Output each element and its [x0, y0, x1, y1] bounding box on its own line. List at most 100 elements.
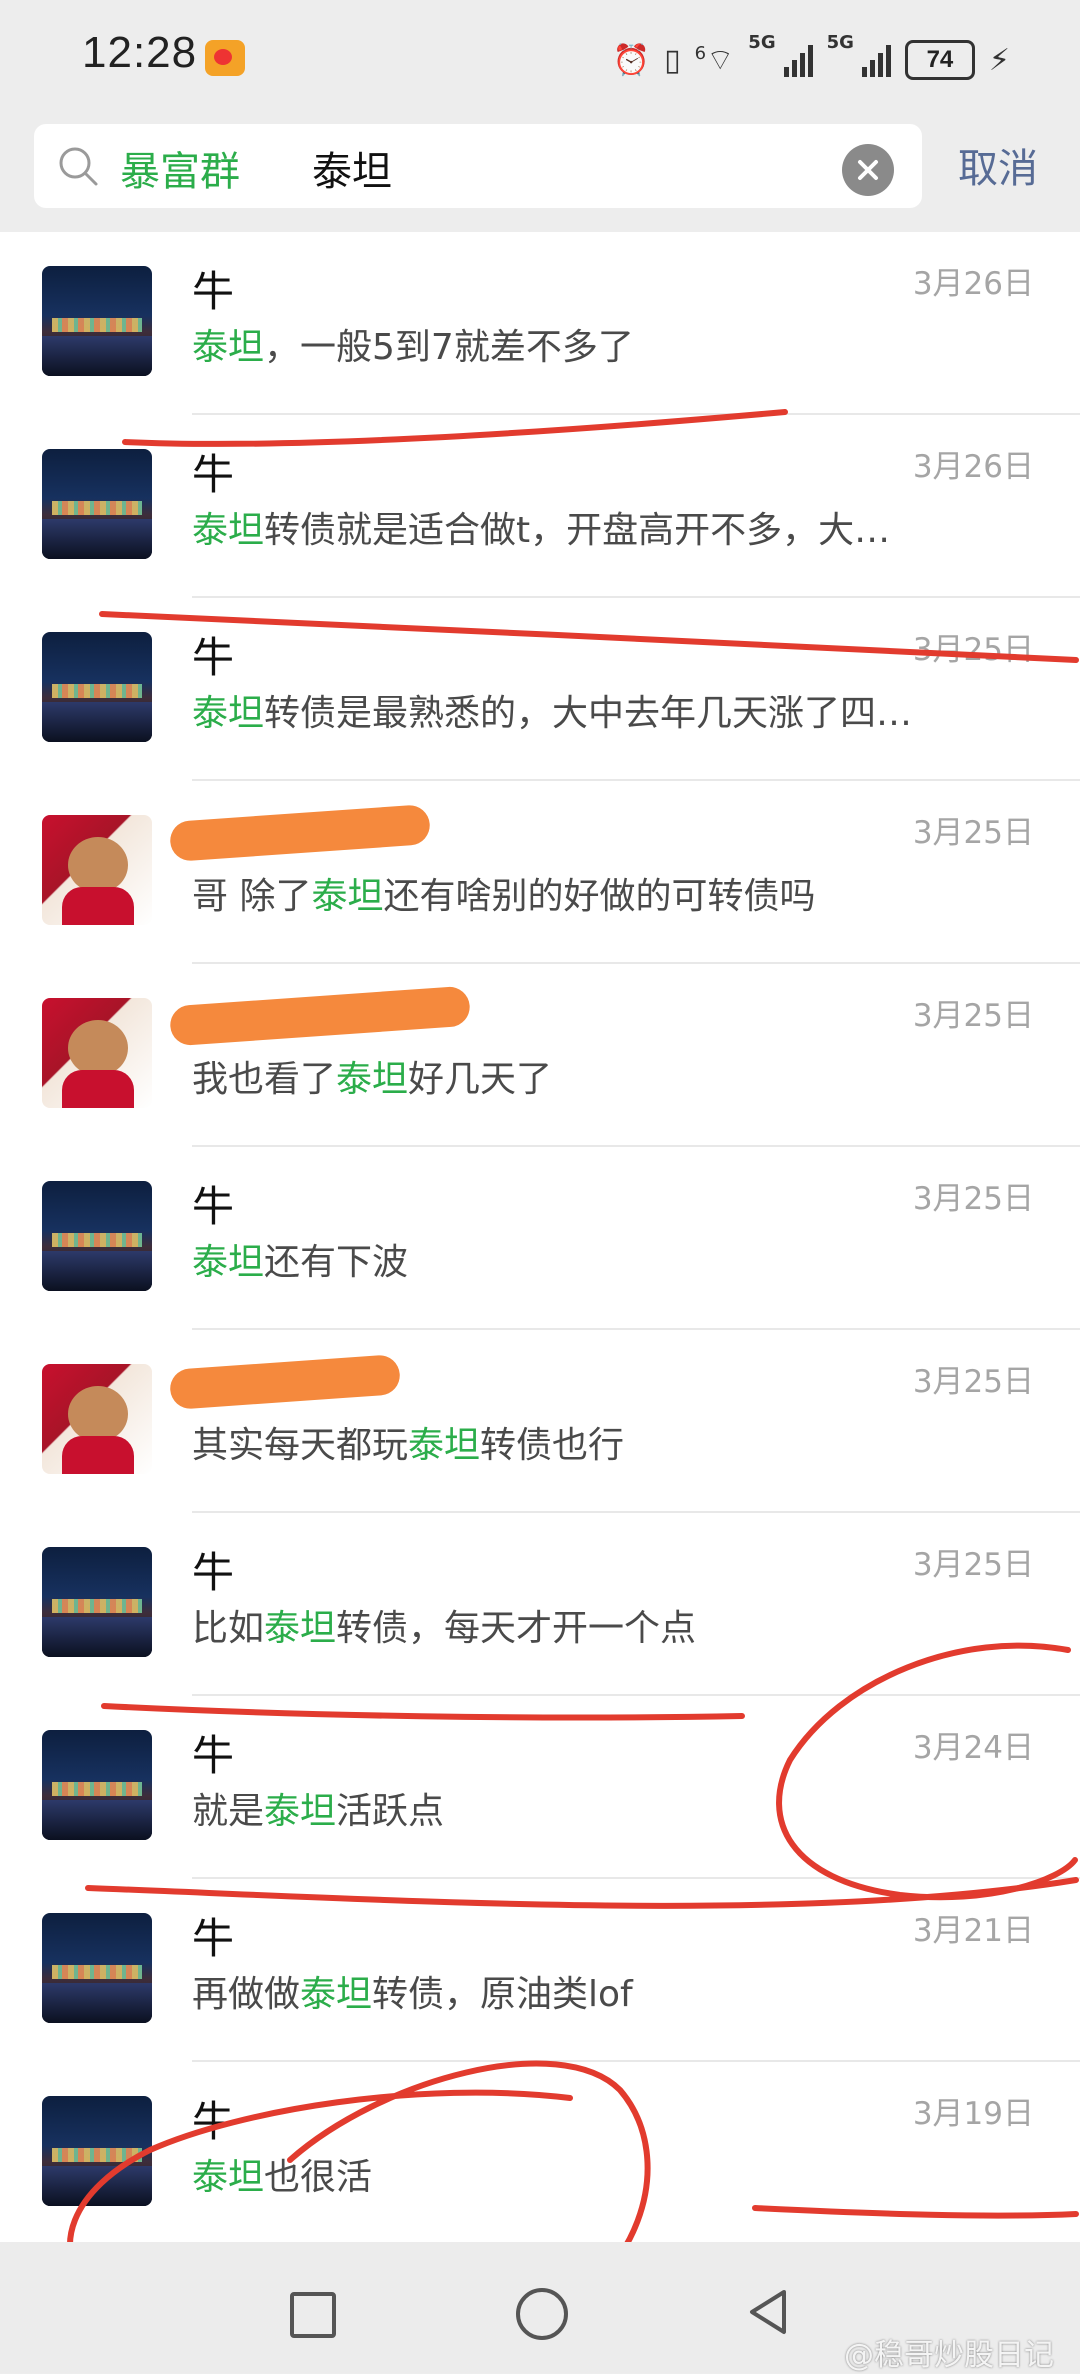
signal-icon-1 — [783, 43, 813, 77]
message-date: 3月21日 — [912, 1913, 1034, 1949]
message-date: 3月25日 — [912, 632, 1034, 668]
cancel-button[interactable]: 取消 — [958, 136, 1038, 194]
result-item[interactable]: 牛再做做泰坦转债，原油类lof 3月21日 — [0, 1879, 1080, 2062]
message-snippet: 泰坦，一般5到7就差不多了 — [192, 318, 634, 370]
message-text-after: 转债是最熟悉的，大中去年几天涨了四… — [264, 693, 913, 734]
message-snippet: 就是泰坦活跃点 — [192, 1782, 444, 1834]
redacted-name — [168, 1354, 402, 1410]
message-text-before: 哥 除了 — [192, 876, 312, 917]
sender-name: 牛 — [192, 1182, 235, 1231]
recents-icon[interactable] — [290, 2292, 336, 2338]
message-date: 3月25日 — [912, 815, 1034, 851]
result-item[interactable]: 牛泰坦还有下波 3月25日 — [0, 1147, 1080, 1330]
message-date: 3月25日 — [912, 1364, 1034, 1400]
message-text-after: 也很活 — [264, 2157, 373, 2198]
battery-icon: 74 — [904, 40, 975, 80]
message-date: 3月24日 — [912, 1730, 1034, 1766]
message-snippet: 比如泰坦转债，每天才开一个点 — [192, 1599, 696, 1651]
alarm-icon: ⏰ — [612, 42, 651, 78]
redacted-name — [168, 985, 472, 1047]
avatar[interactable] — [42, 1913, 152, 2023]
vibrate-icon: ▯ — [664, 42, 681, 78]
message-snippet: 再做做泰坦转债，原油类lof — [192, 1965, 633, 2017]
keyword-highlight: 泰坦 — [336, 1059, 409, 1100]
status-bar: 12:28 ⏰ ▯ 6⌔ 5G 5G 74 ⚡ — [0, 0, 1080, 120]
message-text-after: 好几天了 — [408, 1059, 553, 1100]
charging-icon: ⚡ — [988, 42, 1010, 78]
message-text-before: 我也看了 — [192, 1059, 337, 1100]
message-date: 3月25日 — [912, 998, 1034, 1034]
result-item[interactable]: 牛泰坦转债是最熟悉的，大中去年几天涨了四… 3月25日 — [0, 598, 1080, 781]
back-icon[interactable] — [744, 2286, 792, 2338]
message-text-after: 转债就是适合做t，开盘高开不多，大… — [264, 510, 891, 551]
message-snippet: 泰坦转债是最熟悉的，大中去年几天涨了四… — [192, 684, 912, 736]
clear-search-icon[interactable] — [842, 144, 894, 196]
signal-icon-2 — [861, 43, 891, 77]
watermark: @稳哥炒股日记 — [844, 2338, 1054, 2373]
avatar[interactable] — [42, 449, 152, 559]
keyword-highlight: 泰坦 — [264, 1791, 337, 1832]
message-snippet: 我也看了泰坦好几天了 — [192, 1050, 552, 1102]
avatar[interactable] — [42, 1364, 152, 1474]
message-text-after: ，一般5到7就差不多了 — [264, 327, 634, 368]
home-icon[interactable] — [516, 2288, 568, 2340]
search-chat-tag[interactable]: 暴富群 — [120, 139, 240, 197]
message-text-after: 还有下波 — [264, 1242, 409, 1283]
keyword-highlight: 泰坦 — [192, 327, 265, 368]
result-item[interactable]: 牛泰坦，一般5到7就差不多了 3月26日 — [0, 232, 1080, 415]
keyword-highlight: 泰坦 — [192, 693, 265, 734]
message-text-before: 再做做 — [192, 1974, 301, 2015]
result-item[interactable]: 我也看了泰坦好几天了 3月25日 — [0, 964, 1080, 1147]
keyword-highlight: 泰坦 — [192, 1242, 265, 1283]
message-snippet: 泰坦转债就是适合做t，开盘高开不多，大… — [192, 501, 890, 553]
message-snippet: 其实每天都玩泰坦转债也行 — [192, 1416, 624, 1468]
sender-name: 牛 — [192, 633, 235, 682]
message-snippet: 哥 除了泰坦还有啥别的好做的可转债吗 — [192, 867, 815, 919]
keyword-highlight: 泰坦 — [300, 1974, 373, 2015]
search-input[interactable]: 暴富群 泰坦 — [34, 124, 922, 208]
network-type-1: 5G — [748, 32, 776, 53]
avatar[interactable] — [42, 815, 152, 925]
search-icon — [59, 147, 98, 186]
sender-name: 牛 — [192, 2097, 235, 2146]
redacted-name — [168, 803, 432, 863]
sender-name: 牛 — [192, 267, 235, 316]
status-time: 12:28 — [82, 28, 198, 77]
keyword-highlight: 泰坦 — [408, 1425, 481, 1466]
avatar[interactable] — [42, 632, 152, 742]
message-text-after: 转债也行 — [480, 1425, 625, 1466]
avatar[interactable] — [42, 2096, 152, 2206]
message-date: 3月26日 — [912, 266, 1034, 302]
search-query-text[interactable]: 泰坦 — [312, 139, 392, 197]
result-item[interactable]: 哥 除了泰坦还有啥别的好做的可转债吗 3月25日 — [0, 781, 1080, 964]
search-results-list: 牛泰坦，一般5到7就差不多了 3月26日牛泰坦转债就是适合做t，开盘高开不多，大…… — [0, 232, 1080, 2245]
result-item[interactable]: 牛就是泰坦活跃点 3月24日 — [0, 1696, 1080, 1879]
message-text-after: 活跃点 — [336, 1791, 445, 1832]
message-snippet: 泰坦还有下波 — [192, 1233, 408, 1285]
message-date: 3月26日 — [912, 449, 1034, 485]
sender-name: 牛 — [192, 1548, 235, 1597]
message-text-before: 其实每天都玩 — [192, 1425, 409, 1466]
avatar[interactable] — [42, 1730, 152, 1840]
avatar[interactable] — [42, 1181, 152, 1291]
result-item[interactable]: 牛泰坦转债就是适合做t，开盘高开不多，大… 3月26日 — [0, 415, 1080, 598]
status-icons: ⏰ ▯ 6⌔ 5G 5G 74 ⚡ — [613, 32, 1010, 88]
message-text-after: 转债，原油类lof — [372, 1974, 633, 2015]
message-text-after: 还有啥别的好做的可转债吗 — [383, 876, 816, 917]
keyword-highlight: 泰坦 — [311, 876, 384, 917]
avatar[interactable] — [42, 998, 152, 1108]
result-item[interactable]: 其实每天都玩泰坦转债也行 3月25日 — [0, 1330, 1080, 1513]
result-item[interactable]: 牛泰坦也很活 3月19日 — [0, 2062, 1080, 2245]
wifi-badge: 6 — [694, 43, 707, 64]
wifi-icon: 6⌔ — [694, 43, 735, 78]
keyword-highlight: 泰坦 — [192, 510, 265, 551]
sender-name: 牛 — [192, 1914, 235, 1963]
result-item[interactable]: 牛比如泰坦转债，每天才开一个点 3月25日 — [0, 1513, 1080, 1696]
message-text-before: 比如 — [192, 1608, 265, 1649]
avatar[interactable] — [42, 1547, 152, 1657]
message-text-after: 转债，每天才开一个点 — [336, 1608, 697, 1649]
message-text-before: 就是 — [192, 1791, 265, 1832]
system-nav-bar: @稳哥炒股日记 — [0, 2242, 1080, 2373]
avatar[interactable] — [42, 266, 152, 376]
weibo-notification-icon — [205, 40, 245, 76]
